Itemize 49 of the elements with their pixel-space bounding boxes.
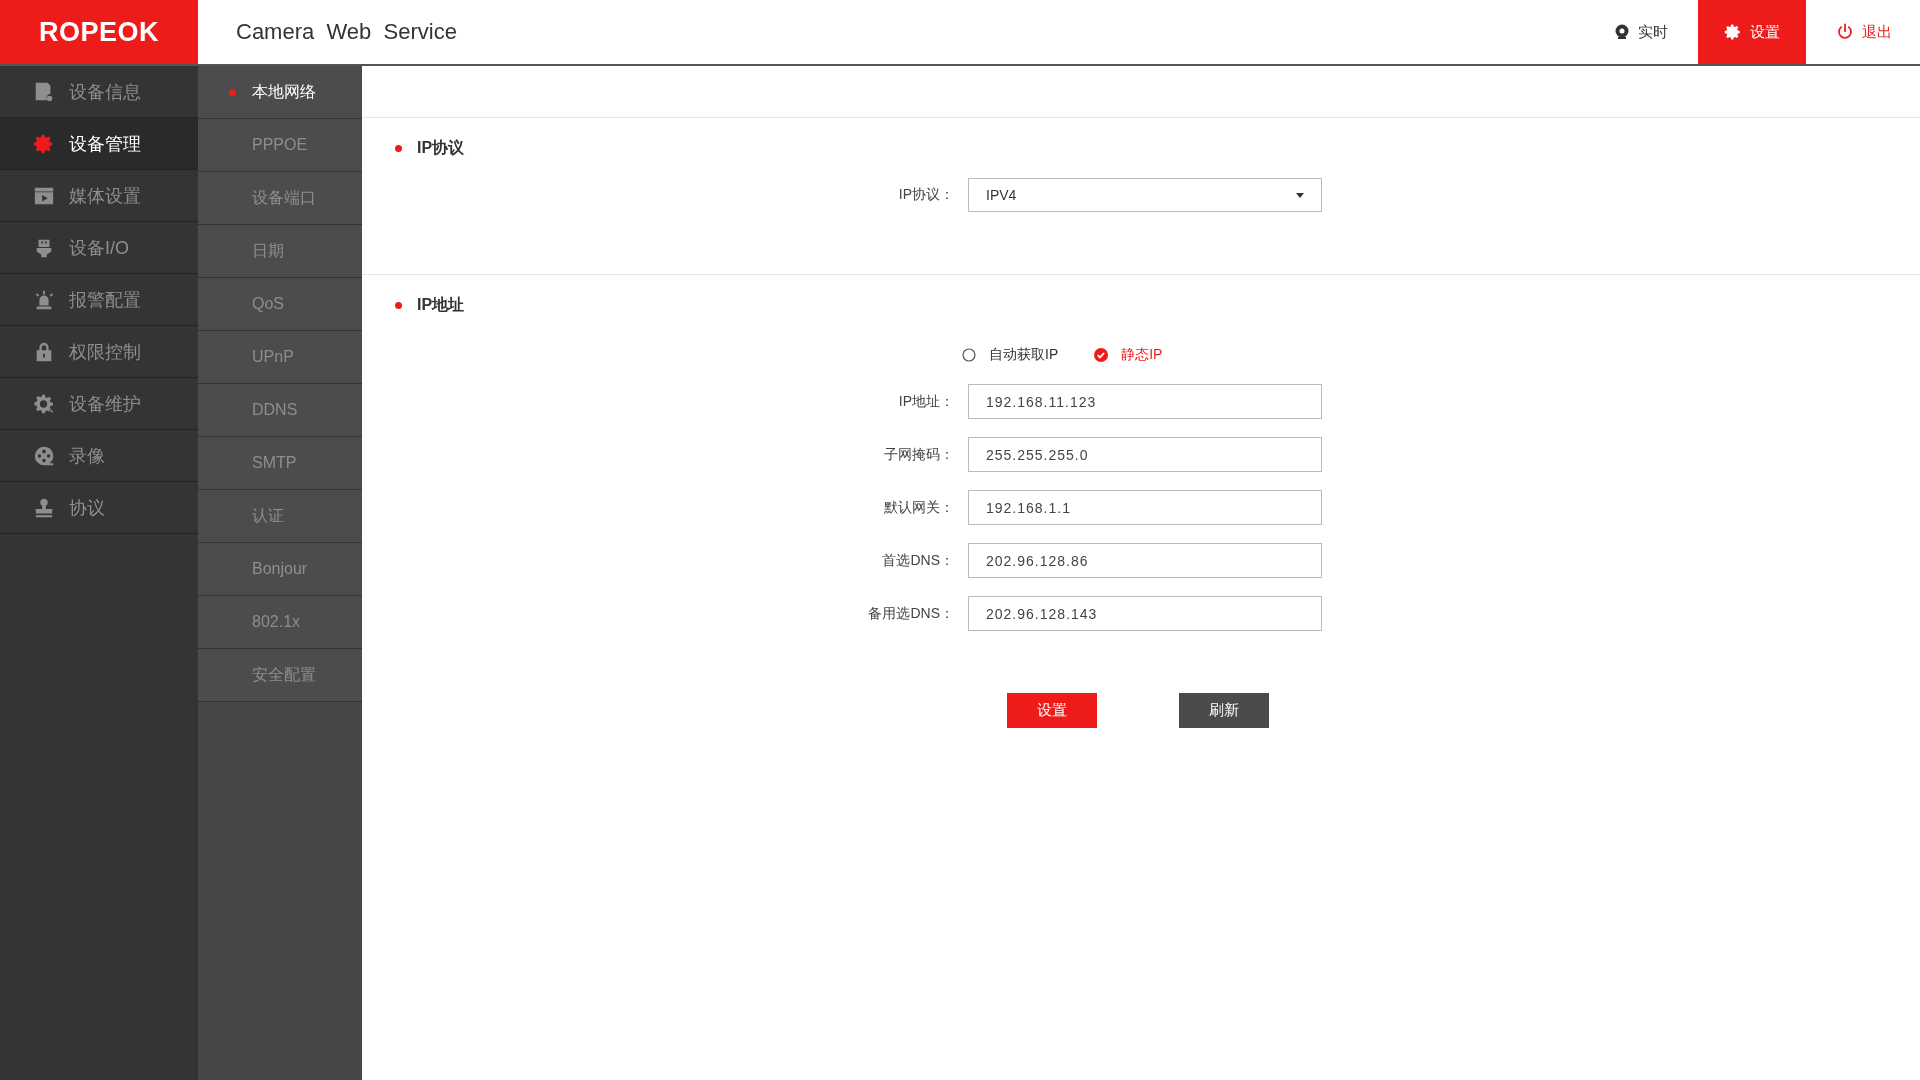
refresh-button[interactable]: 刷新 — [1179, 693, 1269, 728]
submenu-item[interactable]: 802.1x — [198, 596, 362, 649]
bullet-icon — [395, 145, 402, 152]
film-reel-icon — [33, 444, 55, 467]
submenu-item[interactable]: 认证 — [198, 490, 362, 543]
submenu-item[interactable]: Bonjour — [198, 543, 362, 596]
submenu-item[interactable]: UPnP — [198, 331, 362, 384]
document-icon — [33, 80, 55, 103]
app-title: Camera Web Service — [235, 18, 458, 46]
active-dot-icon — [229, 89, 236, 96]
field-label: 子网掩码： — [883, 445, 955, 464]
radio-option[interactable]: 静态IP — [1094, 346, 1163, 364]
submenu-item[interactable]: 本地网络 — [198, 66, 362, 119]
input-field[interactable]: 192.168.1.1 — [968, 490, 1322, 525]
nav-link[interactable]: 实时 — [1584, 0, 1698, 64]
submenu-item[interactable]: PPPOE — [198, 119, 362, 172]
field-label: IP协议： — [897, 186, 955, 204]
sidebar-item[interactable]: 设备管理 — [0, 118, 198, 170]
webcam-icon — [1614, 24, 1630, 40]
submenu-item[interactable]: 设备端口 — [198, 172, 362, 225]
nav-link[interactable]: 退出 — [1806, 0, 1920, 64]
input-field[interactable]: 202.96.128.143 — [968, 596, 1322, 631]
input-field[interactable]: 255.255.255.0 — [968, 437, 1322, 472]
protocol-dropdown[interactable]: IPV4 — [968, 178, 1322, 212]
stamp-icon — [33, 496, 55, 519]
field-label: 默认网关： — [883, 498, 955, 517]
caret-icon — [1296, 192, 1304, 198]
input-field[interactable]: 192.168.11.123 — [968, 384, 1322, 419]
bullet-icon — [395, 302, 402, 309]
field-label: 首选DNS： — [881, 551, 955, 570]
section-title: IP协议 — [417, 138, 465, 158]
submenu-item[interactable]: DDNS — [198, 384, 362, 437]
section-title: IP地址 — [417, 295, 465, 315]
power-icon — [1836, 23, 1854, 41]
nav-link[interactable]: 设置 — [1698, 0, 1806, 64]
input-field[interactable]: 202.96.128.86 — [968, 543, 1322, 578]
settings-icon — [33, 132, 55, 155]
field-label: 备用选DNS： — [867, 604, 955, 623]
siren-icon — [33, 288, 55, 311]
submenu-item[interactable]: 安全配置 — [198, 649, 362, 702]
gear-wrench-icon — [33, 392, 55, 415]
submenu-item[interactable]: 日期 — [198, 225, 362, 278]
submenu-item[interactable]: SMTP — [198, 437, 362, 490]
submenu-item[interactable]: QoS — [198, 278, 362, 331]
field-label: IP地址： — [897, 392, 955, 411]
save-button[interactable]: 设置 — [1007, 693, 1097, 728]
settings-icon — [1724, 23, 1742, 41]
logo: ROPEOK — [0, 0, 198, 64]
radio-option[interactable]: 自动获取IP — [962, 346, 1059, 364]
